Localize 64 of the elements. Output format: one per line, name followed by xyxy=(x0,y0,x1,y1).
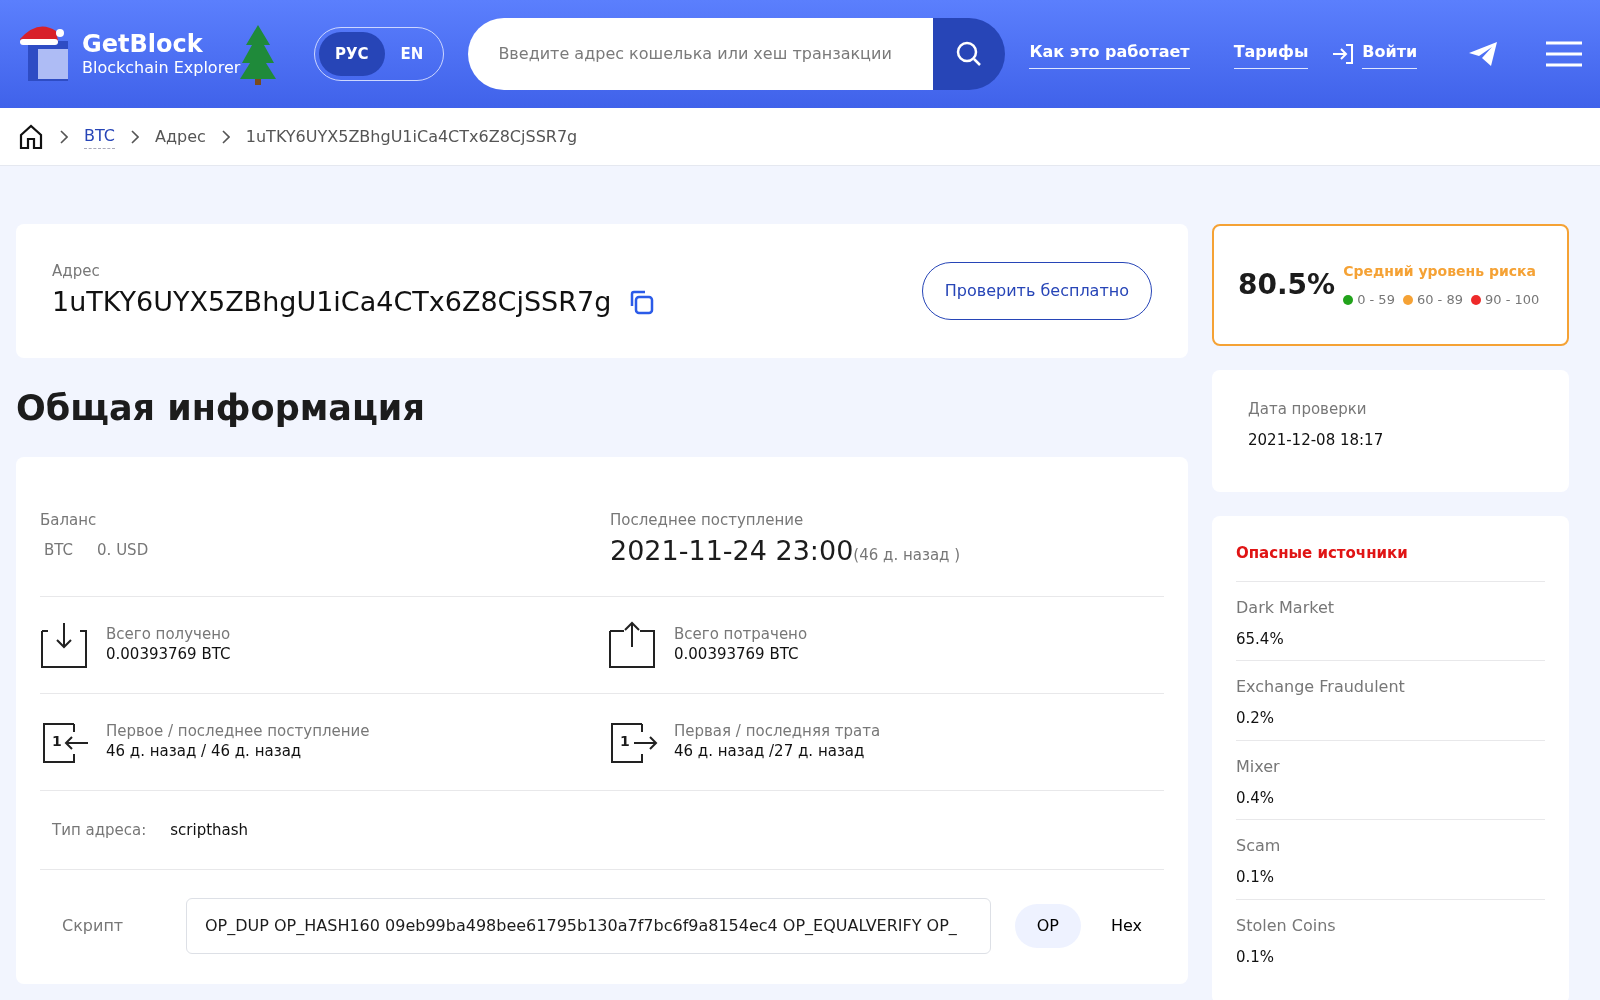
legend-label: 0 - 59 xyxy=(1357,290,1395,309)
source-value: 0.2% xyxy=(1236,708,1276,729)
format-toggle[interactable]: OP xyxy=(1014,904,1081,948)
last-receipt-ago: (46 д. назад ) xyxy=(853,545,961,566)
address-type-label: Тип адреса: xyxy=(52,819,147,841)
source-name: Dark Market xyxy=(1236,596,1336,619)
search-field[interactable]: Введите адрес кошелька или хеш транзакции xyxy=(468,18,934,90)
paper-plane-icon[interactable] xyxy=(1468,41,1498,67)
stat-label: Первая / последняя трата xyxy=(674,722,881,742)
risk-score: 80.5% xyxy=(1238,267,1336,303)
stat-label: Всего потрачено xyxy=(674,625,808,645)
source-name: Scam xyxy=(1236,835,1282,857)
address-type-value: scripthash xyxy=(170,819,249,841)
format-toggle[interactable]: Hex xyxy=(1088,904,1164,948)
section-title: Общая информация xyxy=(16,387,426,430)
last-receipt-date: 2021-11-24 23:00 xyxy=(610,534,854,568)
logo-title: GetBlock xyxy=(82,32,204,56)
last-receipt-label: Последнее поступление xyxy=(610,509,805,531)
login-icon[interactable] xyxy=(1332,43,1355,65)
balance-label: Баланс xyxy=(40,509,98,531)
stat-value: 46 д. назад / 46 д. назад xyxy=(106,741,303,761)
logo-subtitle: Blockchain Explorer xyxy=(82,60,241,76)
menu-icon[interactable] xyxy=(1546,41,1582,67)
breadcrumb-link[interactable]: BTC xyxy=(84,124,115,149)
home-icon[interactable] xyxy=(18,123,44,150)
source-value: 65.4% xyxy=(1236,628,1285,650)
box-upload-icon xyxy=(608,620,658,669)
source-value: 0.1% xyxy=(1236,946,1276,968)
language-toggle[interactable]: EN xyxy=(384,31,440,77)
address-label: Адрес xyxy=(52,260,101,282)
source-value: 0.4% xyxy=(1236,787,1276,809)
risk-level: Средний уровень риска xyxy=(1343,261,1537,281)
script-label: Скрипт xyxy=(62,915,125,937)
chevron-icon xyxy=(221,129,230,144)
stat-value: 46 д. назад /27 д. назад xyxy=(674,741,866,761)
source-value: 0.1% xyxy=(1236,867,1276,888)
breadcrumb-item: 1uTKY6UYX5ZBhgU1iCa4CTx6Z8CjSSR7g xyxy=(245,125,578,148)
chevron-icon xyxy=(60,129,68,144)
balance-currency: BTC xyxy=(44,540,74,561)
nav-link[interactable]: Тарифы xyxy=(1233,39,1309,69)
language-toggle[interactable]: РУС xyxy=(319,31,385,77)
sources-title: Опасные источники xyxy=(1236,543,1409,564)
login-link[interactable]: Войти xyxy=(1362,39,1418,69)
balance-value: 0. USD xyxy=(97,540,149,561)
stat-label: Первое / последнее поступление xyxy=(106,722,370,742)
stat-label: Всего получено xyxy=(106,625,231,645)
source-name: Stolen Coins xyxy=(1236,914,1337,937)
source-name: Mixer xyxy=(1236,755,1281,778)
check-free-button[interactable]: Проверить бесплатно xyxy=(921,262,1152,320)
breadcrumb-item: Адрес xyxy=(155,125,206,148)
check-date-value: 2021-12-08 18:17 xyxy=(1248,429,1385,451)
stat-value: 0.00393769 BTC xyxy=(674,644,800,664)
address-text: 1uTKY6UYX5ZBhgU1iCa4CTx6Z8CjSSR7g xyxy=(52,285,612,319)
inbox-download-icon xyxy=(40,620,90,669)
legend-label: 60 - 89 xyxy=(1416,290,1463,309)
script-field[interactable]: OP_DUP OP_HASH160 09eb99ba498bee61795b130a7f7bc6f9a8154ec4 OP_EQUALVERIFY OP_ xyxy=(186,898,991,954)
legend-label: 90 - 100 xyxy=(1484,290,1540,309)
nav-link[interactable]: Как это работает xyxy=(1029,39,1190,69)
check-date-label: Дата проверки xyxy=(1248,399,1368,420)
chevron-icon xyxy=(131,129,139,144)
christmas-tree-icon xyxy=(240,23,277,85)
search-button[interactable] xyxy=(933,18,1006,90)
source-name: Exchange Fraudulent xyxy=(1236,676,1406,698)
stat-value: 0.00393769 BTC xyxy=(106,644,231,664)
